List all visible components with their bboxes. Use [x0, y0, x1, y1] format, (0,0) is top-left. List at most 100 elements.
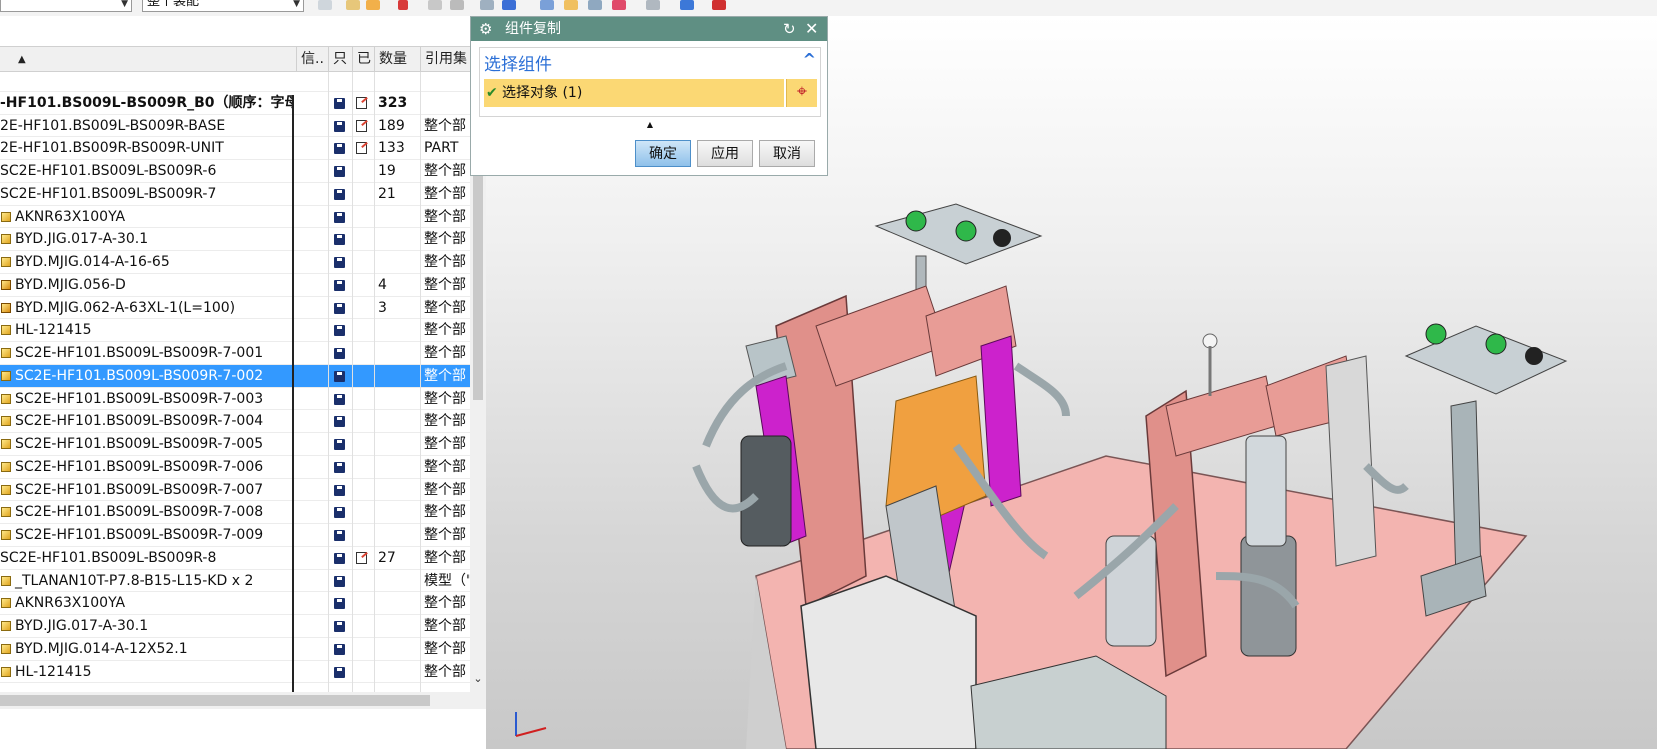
- reset-icon[interactable]: ↻: [783, 17, 796, 41]
- chevron-down-icon: ▼: [293, 0, 300, 9]
- table-row[interactable]: SC2E-HF101.BS009L-BS009R-7-006 整个部: [0, 456, 470, 479]
- table-row[interactable]: -HF101.BS009L-BS009R_B0（顺序：字母... 323: [0, 92, 470, 115]
- component-name-text: SC2E-HF101.BS009L-BS009R-7-002: [15, 367, 264, 384]
- refset-cell: 整个部: [424, 663, 466, 680]
- section-title[interactable]: 选择组件: [484, 50, 552, 75]
- table-row[interactable]: BYD.JIG.017-A-30.1 整个部: [0, 228, 470, 251]
- table-row[interactable]: SC2E-HF101.BS009L-BS009R-7-007 整个部: [0, 479, 470, 502]
- save-icon: [334, 302, 345, 314]
- refset-cell: 整个部: [424, 390, 466, 407]
- save-icon: [334, 120, 345, 132]
- table-row[interactable]: SC2E-HF101.BS009L-BS009R-7-005 整个部: [0, 433, 470, 456]
- layer-icon[interactable]: [612, 0, 626, 10]
- table-row[interactable]: 2E-HF101.BS009R-BS009R-UNIT 133 PART: [0, 137, 470, 160]
- table-row[interactable]: BYD.MJIG.014-A-12X52.1 整个部: [0, 638, 470, 661]
- table-row[interactable]: SC2E-HF101.BS009L-BS009R-7 21 整个部: [0, 183, 470, 206]
- component-icon[interactable]: [680, 0, 694, 10]
- apply-button[interactable]: 应用: [697, 140, 753, 167]
- refset-cell: 模型（": [424, 572, 470, 589]
- component-name-text: SC2E-HF101.BS009L-BS009R-7-004: [15, 413, 264, 430]
- component-name-text: AKNR63X100YA: [15, 208, 126, 225]
- table-row[interactable]: BYD.MJIG.062-A-63XL-1(L=100) 3 整个部: [0, 297, 470, 320]
- horizontal-scroll-thumb[interactable]: [0, 695, 430, 706]
- modified-icon: [356, 96, 367, 109]
- component-name-text: SC2E-HF101.BS009L-BS009R-7-009: [15, 527, 264, 543]
- table-row[interactable]: HL-121415 整个部: [0, 661, 470, 684]
- save-icon: [334, 461, 345, 473]
- table-row[interactable]: AKNR63X100YA 整个部: [0, 592, 470, 615]
- table-row[interactable]: SC2E-HF101.BS009L-BS009R-7-002 整个部: [0, 364, 470, 388]
- refset-cell: 整个部: [424, 231, 466, 248]
- solid-icon[interactable]: [480, 0, 494, 10]
- move-icon[interactable]: [712, 0, 726, 10]
- part-icon: [1, 416, 11, 427]
- table-row[interactable]: SC2E-HF101.BS009L-BS009R-7-004 整个部: [0, 410, 470, 433]
- quantity-cell: 323: [378, 94, 408, 111]
- table-row[interactable]: HL-121415 整个部: [0, 319, 470, 342]
- table-row[interactable]: AKNR63X100YA 整个部: [0, 206, 470, 229]
- save-icon: [334, 621, 345, 632]
- dialog-title-bar[interactable]: ⚙ 组件复制 ↻ ✕: [471, 17, 827, 41]
- refset-cell: 整个部: [424, 413, 466, 430]
- component-name-text: AKNR63X100YA: [15, 595, 126, 612]
- center-point-icon[interactable]: [398, 0, 408, 10]
- save-icon: [334, 211, 345, 223]
- grid-icon[interactable]: [428, 0, 442, 10]
- dots-icon[interactable]: [450, 0, 464, 10]
- folder-icon[interactable]: [564, 0, 578, 10]
- table-row[interactable]: SC2E-HF101.BS009L-BS009R-7-009 整个部: [0, 524, 470, 547]
- crosshair-select-icon[interactable]: ⌖: [786, 79, 817, 107]
- component-name: SC2E-HF101.BS009L-BS009R-8: [0, 547, 292, 569]
- expand-more-icon[interactable]: ▲: [479, 119, 821, 131]
- ok-button[interactable]: 确定: [635, 140, 691, 167]
- component-name-text: HL-121415: [15, 663, 92, 680]
- gear-icon[interactable]: ⚙: [479, 17, 492, 41]
- save-icon: [334, 188, 345, 200]
- table-row[interactable]: [0, 69, 470, 92]
- selection-scope-value: 整个装配: [147, 0, 200, 9]
- vector-icon[interactable]: [366, 0, 380, 10]
- table-row[interactable]: SC2E-HF101.BS009L-BS009R-8 27 整个部: [0, 547, 470, 570]
- component-name-text: BYD.MJIG.056-D: [15, 276, 126, 293]
- cube-icon[interactable]: [502, 0, 516, 10]
- rotate-icon[interactable]: [588, 0, 602, 10]
- cancel-button[interactable]: 取消: [759, 140, 815, 167]
- save-icon: [334, 348, 345, 359]
- scroll-down-icon[interactable]: ⌄: [470, 672, 486, 685]
- view-icon[interactable]: [540, 0, 554, 10]
- part-icon: [1, 598, 11, 609]
- table-row[interactable]: _TLANAN10T-P7.8-B15-L15-KD x 2 模型（": [0, 570, 470, 593]
- table-row[interactable]: SC2E-HF101.BS009L-BS009R-7-003 整个部: [0, 388, 470, 411]
- part-icon: [1, 461, 11, 472]
- table-row[interactable]: SC2E-HF101.BS009L-BS009R-6 19 整个部: [0, 160, 470, 183]
- collapse-icon[interactable]: ^: [803, 50, 816, 69]
- quantity-cell: 27: [378, 549, 396, 566]
- table-row[interactable]: BYD.JIG.017-A-30.1 整个部: [0, 615, 470, 638]
- selection-scope-dropdown[interactable]: 整个装配 ▼: [142, 0, 304, 12]
- quantity-cell: 3: [378, 299, 387, 316]
- component-name-text: BYD.JIG.017-A-30.1: [15, 618, 149, 634]
- component-name-text: SC2E-HF101.BS009L-BS009R-7-007: [15, 481, 264, 498]
- table-row[interactable]: SC2E-HF101.BS009L-BS009R-7-001 整个部: [0, 342, 470, 365]
- part-icon: [1, 439, 11, 449]
- chevron-down-icon: ▼: [121, 0, 128, 9]
- close-icon[interactable]: ✕: [805, 17, 818, 41]
- refset-cell: 整个部: [424, 185, 466, 202]
- save-icon: [334, 166, 345, 177]
- quantity-cell: 133: [378, 140, 405, 157]
- component-name: SC2E-HF101.BS009L-BS009R-6: [0, 160, 292, 182]
- filter-dropdown[interactable]: ▼: [0, 0, 132, 12]
- component-name: BYD.MJIG.014-A-16-65: [0, 251, 292, 273]
- select-object-row[interactable]: ✔ 选择对象 (1): [484, 79, 784, 107]
- component-name: SC2E-HF101.BS009L-BS009R-7: [0, 183, 292, 205]
- assembly-icon[interactable]: [646, 0, 660, 10]
- table-row[interactable]: BYD.MJIG.014-A-16-65 整个部: [0, 251, 470, 274]
- save-icon: [334, 575, 345, 587]
- snap-icon[interactable]: [318, 0, 332, 10]
- point-icon[interactable]: [346, 0, 360, 10]
- refset-cell: 整个部: [424, 504, 466, 521]
- table-row[interactable]: 2E-HF101.BS009L-BS009R-BASE 189 整个部: [0, 115, 470, 138]
- table-row[interactable]: BYD.MJIG.056-D 4 整个部: [0, 274, 470, 297]
- component-name-text: SC2E-HF101.BS009L-BS009R-6: [0, 163, 217, 179]
- table-row[interactable]: SC2E-HF101.BS009L-BS009R-7-008 整个部: [0, 501, 470, 524]
